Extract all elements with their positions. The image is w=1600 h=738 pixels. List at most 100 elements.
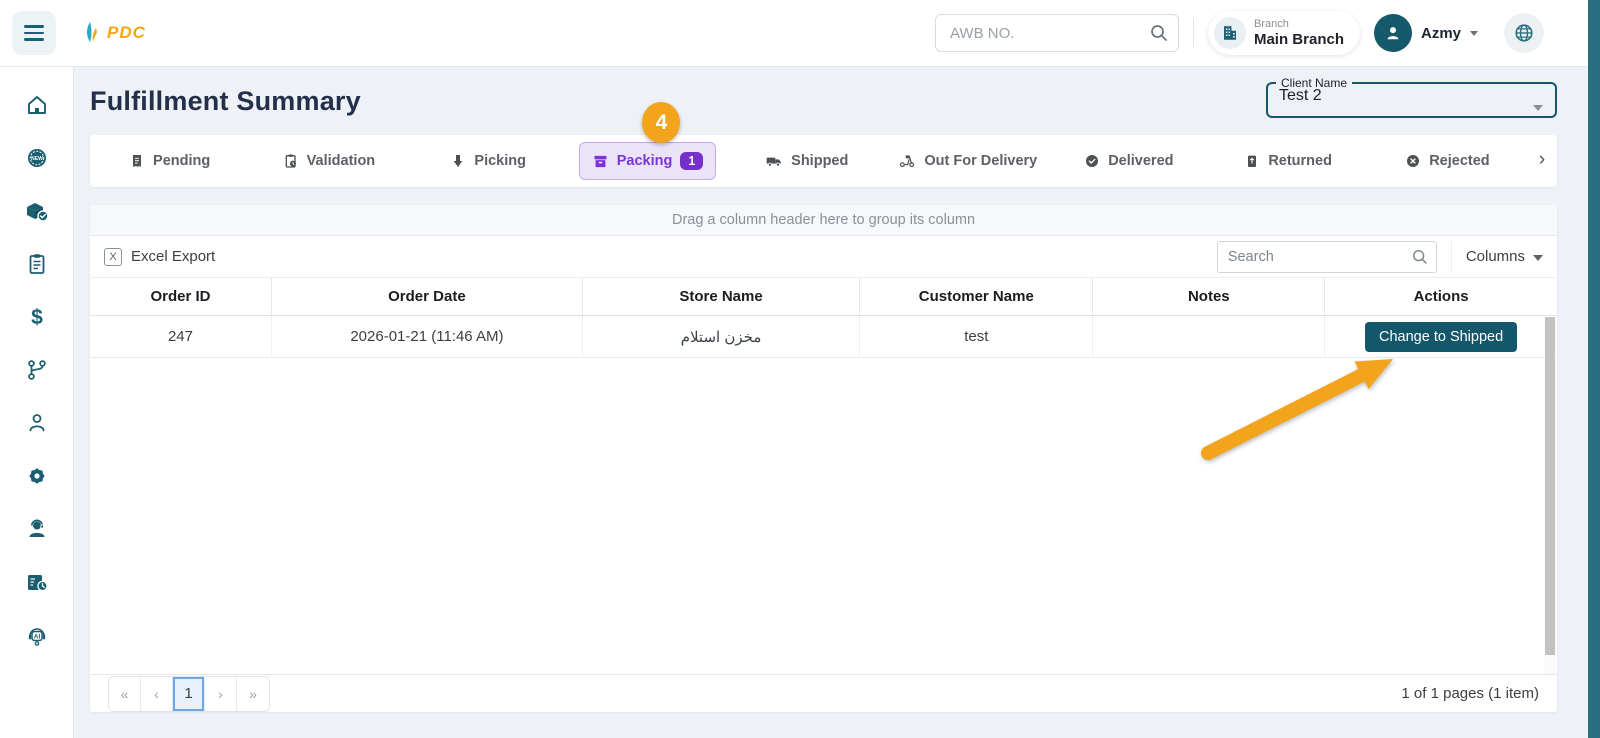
header-order-date[interactable]: Order Date: [272, 278, 583, 315]
tab-label: Validation: [306, 153, 376, 169]
svg-text:NEW: NEW: [31, 156, 43, 162]
user-icon: [1387, 27, 1399, 40]
scooter-icon: [900, 155, 915, 168]
cell-order-id: 247: [90, 316, 272, 357]
avatar: [1373, 14, 1412, 52]
tab-delivered[interactable]: Delivered: [1049, 135, 1208, 187]
svg-text:$: $: [31, 306, 43, 329]
logo-leaf-icon: [87, 22, 97, 42]
users-icon: [29, 414, 44, 432]
columns-label: Columns: [1465, 248, 1525, 265]
cell-order-date: 2026-01-21 (11:46 AM): [272, 316, 583, 357]
tab-shipped[interactable]: Shipped: [727, 135, 886, 187]
orders-grid: Drag a column header here to group its c…: [90, 205, 1557, 712]
tab-picking[interactable]: Picking: [409, 135, 568, 187]
pager: « ‹ 1 › »: [108, 675, 270, 712]
header-store-name[interactable]: Store Name: [583, 278, 861, 315]
tab-label: Out For Delivery: [924, 153, 1038, 169]
header-customer-name[interactable]: Customer Name: [860, 278, 1094, 315]
sidebar-item-orders[interactable]: [23, 252, 51, 276]
package-schedule-icon: [27, 575, 48, 592]
sidebar-item-ai-assistant[interactable]: AI: [23, 623, 51, 647]
topbar: PDC Branch Main Branch: [0, 0, 1600, 67]
next-page-button[interactable]: ›: [205, 676, 237, 711]
grid-search-input[interactable]: [1216, 240, 1437, 273]
user-menu[interactable]: Azmy: [1373, 14, 1478, 52]
hand-down-icon: [454, 155, 463, 167]
header-order-id[interactable]: Order ID: [90, 278, 272, 315]
tab-label: Returned: [1268, 153, 1332, 169]
page-summary: 1 of 1 pages (1 item): [1401, 685, 1539, 702]
group-panel[interactable]: Drag a column header here to group its c…: [90, 205, 1557, 236]
awb-search: [934, 14, 1179, 52]
tab-label: Packing: [616, 153, 673, 169]
table-row[interactable]: 247 2026-01-21 (11:46 AM) مخزن استلام te…: [90, 316, 1557, 358]
tab-label: Shipped: [791, 153, 849, 169]
box-icon: [594, 155, 607, 167]
previous-page-button[interactable]: ‹: [141, 676, 173, 711]
search-icon: [1412, 249, 1427, 264]
language-button[interactable]: [1504, 13, 1544, 53]
tab-label: Delivered: [1108, 153, 1174, 169]
branch-label: Branch: [1253, 18, 1289, 31]
first-page-button[interactable]: «: [109, 676, 141, 711]
header-notes[interactable]: Notes: [1093, 278, 1326, 315]
change-to-shipped-button[interactable]: Change to Shipped: [1365, 321, 1518, 352]
svg-text:AI: AI: [33, 633, 40, 640]
header-actions[interactable]: Actions: [1325, 278, 1557, 315]
sidebar-item-home[interactable]: [23, 93, 51, 117]
awb-search-input[interactable]: [934, 14, 1179, 52]
table-scrollbar-thumb[interactable]: [1545, 317, 1555, 655]
finance-dollar-icon: $: [31, 306, 43, 329]
last-page-button[interactable]: »: [237, 676, 269, 711]
tab-count-badge: 1: [680, 152, 704, 170]
current-page-button[interactable]: 1: [173, 676, 205, 711]
table-body-empty-area: [90, 358, 1557, 674]
globe-icon: [1515, 24, 1533, 42]
sidebar-item-users[interactable]: [23, 411, 51, 435]
table-scrollbar-track: [1544, 317, 1556, 674]
main-content: Fulfillment Summary Client Name Test 2 P…: [74, 67, 1600, 738]
check-circle-icon: [1086, 155, 1099, 167]
branch-selector[interactable]: Branch Main Branch: [1207, 11, 1360, 55]
excel-icon: X: [104, 247, 122, 266]
chevron-down-icon: [1533, 105, 1543, 111]
sidebar-item-support[interactable]: [23, 517, 51, 541]
tab-label: Picking: [474, 153, 526, 169]
tutorial-step-badge: 4: [642, 102, 681, 143]
page-scrollbar[interactable]: [1588, 0, 1600, 738]
sidebar-item-inventory[interactable]: [23, 199, 51, 223]
tab-rejected[interactable]: Rejected: [1368, 135, 1527, 187]
logo-text: PDC: [107, 23, 146, 42]
column-chooser-button[interactable]: Columns: [1450, 240, 1543, 273]
menu-toggle-button[interactable]: [12, 11, 56, 55]
sidebar-item-scheduled-orders[interactable]: [23, 570, 51, 594]
chevron-down-icon: [1470, 30, 1478, 36]
search-icon: [1151, 25, 1167, 41]
tab-pending[interactable]: Pending: [90, 135, 249, 187]
columns-caret-icon: [1533, 254, 1543, 261]
status-tabs: Pending Validation Picking 4 Packing 1 S…: [90, 102, 1557, 187]
cell-store-name: مخزن استلام: [583, 316, 861, 357]
building-icon: [1223, 26, 1236, 40]
tab-label: Pending: [153, 153, 211, 169]
sidebar-item-new[interactable]: NEW: [23, 146, 51, 170]
sidebar-item-finance[interactable]: $: [23, 305, 51, 329]
excel-export-button[interactable]: X Excel Export: [104, 247, 215, 266]
tab-validation[interactable]: Validation: [249, 135, 408, 187]
client-name-select[interactable]: Client Name Test 2: [1266, 76, 1557, 118]
tab-returned[interactable]: Returned: [1209, 135, 1368, 187]
app-logo: PDC: [82, 20, 146, 46]
ai-assistant-icon: AI: [28, 628, 45, 646]
package-check-icon: [26, 203, 49, 222]
support-agent-icon: [29, 519, 44, 537]
tabs-scroll-next-button[interactable]: ›: [1527, 150, 1557, 172]
cell-notes: [1093, 316, 1326, 357]
sidebar-item-settings[interactable]: [23, 464, 51, 488]
tab-out-for-delivery[interactable]: Out For Delivery: [886, 135, 1049, 187]
sidebar-item-workflow[interactable]: [23, 358, 51, 382]
settings-gear-icon: [29, 468, 44, 484]
tab-packing[interactable]: 4 Packing 1: [568, 102, 727, 187]
new-badge-icon: NEW: [27, 149, 46, 167]
topbar-divider: [1192, 19, 1194, 47]
